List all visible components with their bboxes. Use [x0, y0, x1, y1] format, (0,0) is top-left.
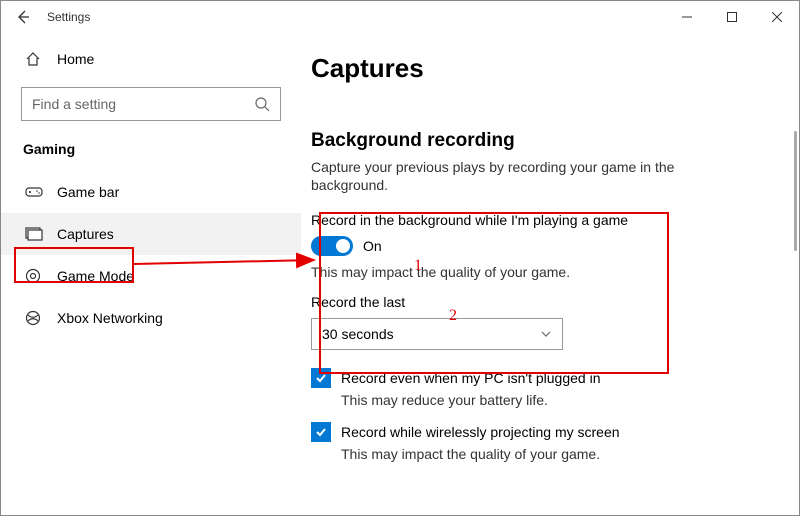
search-input-wrapper[interactable] [21, 87, 281, 121]
home-button[interactable]: Home [1, 41, 301, 77]
page-title: Captures [311, 53, 769, 84]
sidebar-item-captures[interactable]: Captures [1, 213, 301, 255]
game-bar-icon [25, 185, 43, 199]
window-title: Settings [47, 10, 90, 24]
sidebar-item-game-mode[interactable]: Game Mode [1, 255, 301, 297]
impact-hint: This may impact the quality of your game… [311, 264, 769, 280]
close-button[interactable] [754, 2, 799, 32]
record-last-label: Record the last [311, 294, 769, 310]
minimize-button[interactable] [664, 2, 709, 32]
scrollbar[interactable] [794, 131, 797, 251]
minimize-icon [682, 12, 692, 22]
category-heading: Gaming [1, 135, 301, 171]
titlebar: Settings [1, 1, 799, 33]
sidebar-item-label: Game bar [57, 184, 119, 200]
record-background-toggle[interactable] [311, 236, 353, 256]
record-unplugged-checkbox[interactable] [311, 368, 331, 388]
record-last-dropdown[interactable]: 30 seconds [311, 318, 563, 350]
section-description: Capture your previous plays by recording… [311, 158, 711, 194]
sidebar-item-game-bar[interactable]: Game bar [1, 171, 301, 213]
captures-icon [25, 227, 43, 241]
sidebar-item-xbox-networking[interactable]: Xbox Networking [1, 297, 301, 339]
home-label: Home [57, 51, 94, 67]
sidebar: Home Gaming Game bar Captures [1, 33, 301, 515]
section-title: Background recording [311, 130, 769, 152]
record-unplugged-row: Record even when my PC isn't plugged in [311, 368, 769, 388]
main-content: Captures Background recording Capture yo… [301, 33, 799, 515]
back-button[interactable] [9, 3, 37, 31]
window-body: Home Gaming Game bar Captures [1, 33, 799, 515]
maximize-icon [727, 12, 737, 22]
checkmark-icon [314, 371, 328, 385]
search-icon [254, 96, 270, 112]
home-icon [25, 51, 43, 67]
record-background-label: Record in the background while I'm playi… [311, 212, 769, 228]
xbox-networking-icon [25, 310, 43, 326]
game-mode-icon [25, 268, 43, 284]
record-background-toggle-row: On [311, 236, 769, 256]
record-unplugged-hint: This may reduce your battery life. [341, 392, 769, 408]
sidebar-item-label: Game Mode [57, 268, 134, 284]
sidebar-item-label: Xbox Networking [57, 310, 163, 326]
toggle-knob [336, 239, 350, 253]
record-wireless-label: Record while wirelessly projecting my sc… [341, 424, 620, 440]
window-controls [664, 2, 799, 32]
arrow-left-icon [15, 9, 31, 25]
record-wireless-row: Record while wirelessly projecting my sc… [311, 422, 769, 442]
checkmark-icon [314, 425, 328, 439]
maximize-button[interactable] [709, 2, 754, 32]
sidebar-item-label: Captures [57, 226, 114, 242]
record-unplugged-label: Record even when my PC isn't plugged in [341, 370, 600, 386]
settings-window: Settings Home Gam [0, 0, 800, 516]
chevron-down-icon [540, 328, 552, 340]
dropdown-value: 30 seconds [322, 326, 394, 342]
toggle-state-label: On [363, 238, 382, 254]
record-wireless-hint: This may impact the quality of your game… [341, 446, 769, 462]
record-wireless-checkbox[interactable] [311, 422, 331, 442]
search-input[interactable] [32, 96, 254, 112]
close-icon [772, 12, 782, 22]
